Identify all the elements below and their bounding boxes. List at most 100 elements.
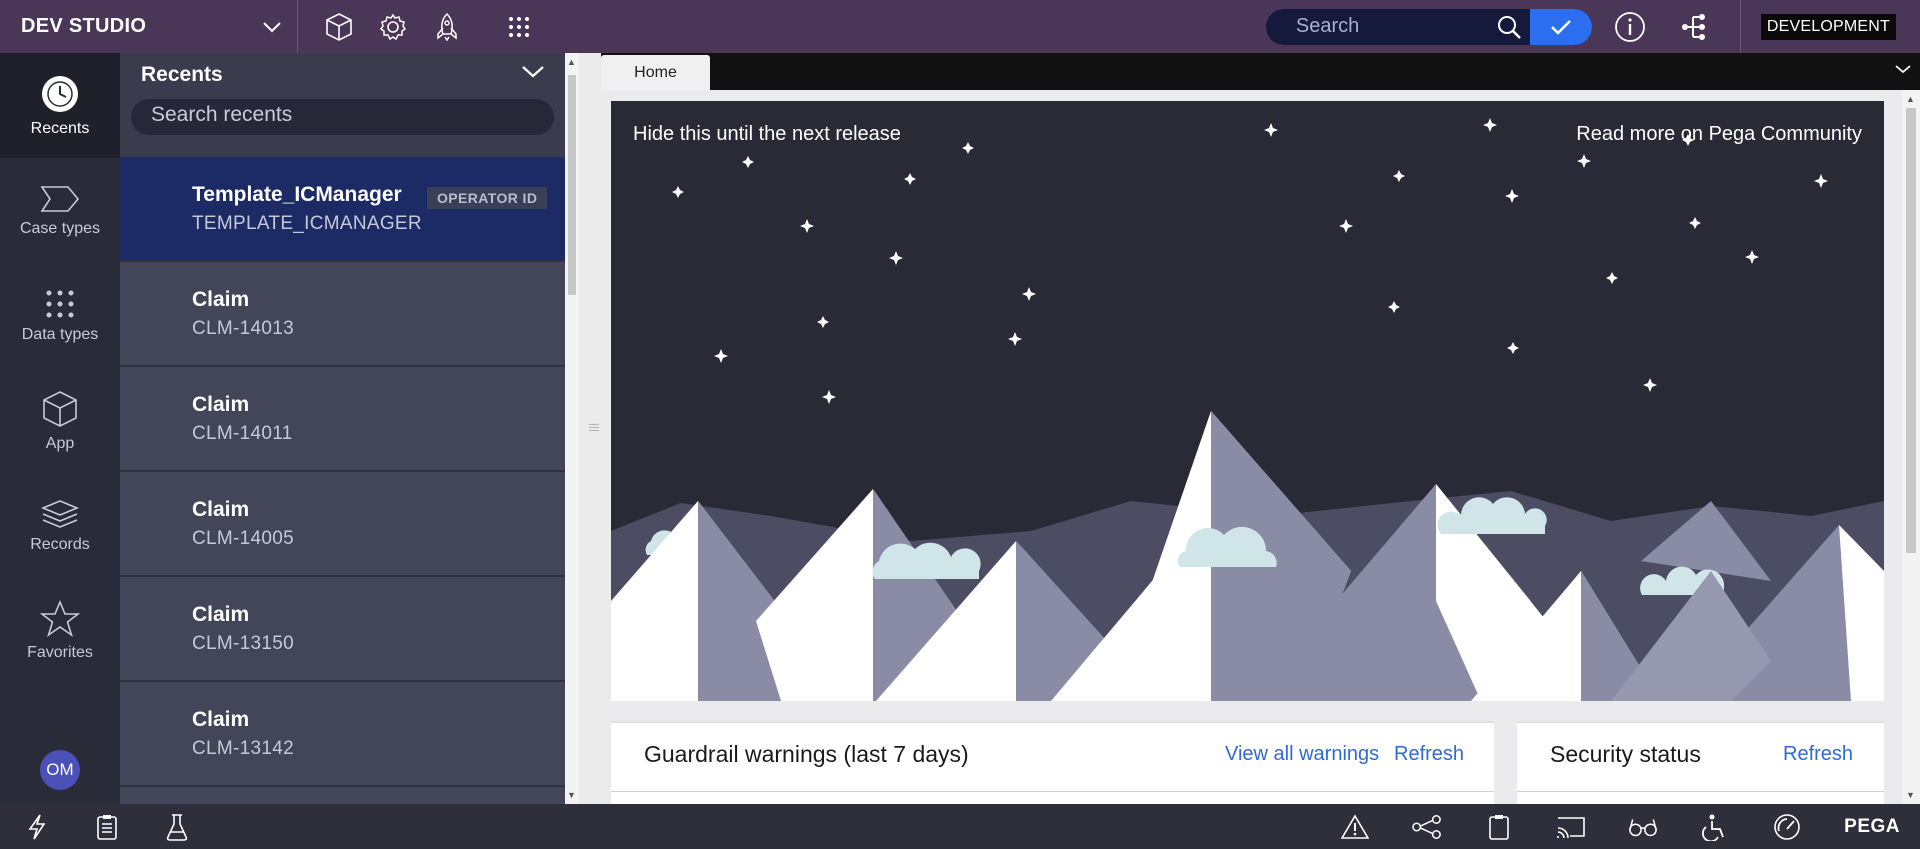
lightning-icon[interactable]	[22, 812, 52, 842]
guardrail-warnings-card: Guardrail warnings (last 7 days) View al…	[611, 721, 1494, 804]
recent-item-title: Claim	[192, 288, 250, 311]
rail-item-app[interactable]: App	[0, 368, 120, 473]
recents-panel: Recents Search recents Template_ICManage…	[120, 53, 565, 804]
scroll-up-icon[interactable]: ▲	[1906, 94, 1915, 104]
card-title: Guardrail warnings (last 7 days)	[644, 741, 969, 767]
recent-item-subtitle: CLM-13142	[192, 738, 294, 759]
divider	[1739, 0, 1741, 53]
branch-icon[interactable]	[1412, 812, 1442, 842]
rail-label: Records	[30, 535, 90, 553]
flask-icon[interactable]	[162, 812, 192, 842]
cube-icon[interactable]	[323, 11, 355, 43]
case-type-icon	[40, 185, 80, 212]
recents-scrollbar[interactable]: ▲ ▼	[565, 53, 579, 804]
cast-icon[interactable]	[1556, 812, 1586, 842]
scroll-down-icon[interactable]: ▼	[567, 790, 576, 800]
scroll-up-icon[interactable]: ▲	[567, 57, 576, 67]
grip-icon: — — —	[589, 419, 599, 436]
scroll-down-icon[interactable]: ▼	[1906, 790, 1915, 800]
glasses-icon[interactable]	[1628, 812, 1658, 842]
recent-item-subtitle: CLM-14011	[192, 423, 293, 444]
rail-item-favorites[interactable]: Favorites	[0, 578, 120, 683]
developer-toolbar: PEGA	[0, 804, 1920, 849]
recent-item-title: Claim	[192, 498, 250, 521]
cube-icon	[43, 390, 77, 427]
recent-item[interactable]: Claim CLM-14011	[120, 367, 565, 472]
recent-item[interactable]: Claim CLM-14005	[120, 472, 565, 577]
recent-item-subtitle: CLM-14005	[192, 528, 294, 549]
release-banner: Hide this until the next release Read mo…	[611, 101, 1884, 701]
layers-icon	[40, 499, 80, 528]
chevron-down-icon[interactable]	[521, 65, 545, 84]
clock-icon	[42, 75, 78, 112]
mountain-illustration	[611, 118, 1884, 701]
stars	[672, 118, 1828, 404]
star-icon	[40, 599, 80, 637]
tab-bar: Home	[601, 53, 1920, 90]
refresh-link[interactable]: Refresh	[1783, 743, 1853, 766]
clipboard-icon[interactable]	[92, 812, 122, 842]
rail-item-case-types[interactable]: Case types	[0, 158, 120, 263]
recent-item[interactable]: Claim CLM-13142	[120, 682, 565, 787]
card-title: Security status	[1550, 741, 1701, 767]
recent-item-title: Claim	[192, 393, 250, 416]
security-status-card: Security status Refresh	[1517, 721, 1884, 804]
rail-label: Case types	[19, 219, 101, 237]
gauge-icon[interactable]	[1772, 812, 1802, 842]
chevron-down-icon	[261, 16, 283, 38]
moon-icon	[1692, 323, 1757, 407]
warning-icon[interactable]	[1340, 812, 1370, 842]
hierarchy-icon[interactable]	[1676, 9, 1712, 45]
refresh-link[interactable]: Refresh	[1394, 743, 1464, 766]
hide-banner-link[interactable]: Hide this until the next release	[633, 123, 901, 146]
chevron-down-icon[interactable]	[1894, 61, 1912, 79]
recent-item-subtitle: CLM-13150	[192, 633, 294, 654]
environment-badge: DEVELOPMENT	[1760, 13, 1896, 40]
recent-item-subtitle: CLM-14013	[192, 318, 294, 339]
scrollbar-thumb[interactable]	[568, 75, 576, 295]
recent-item[interactable]: Claim CLM-13150	[120, 577, 565, 682]
rail-item-data-types[interactable]: Data types	[0, 263, 120, 368]
search-submit-button[interactable]	[1529, 8, 1592, 45]
panel-title: Recents	[141, 63, 223, 86]
recents-header: Recents Search recents	[120, 53, 565, 157]
rail-label: Recents	[30, 119, 90, 137]
main-scrollbar[interactable]: ▲ ▼	[1902, 90, 1920, 804]
top-bar: DEV STUDIO Search DEVELOPMENT	[0, 0, 1920, 53]
global-search: Search	[1265, 8, 1592, 45]
data-type-icon	[46, 290, 74, 317]
recent-item-subtitle: TEMPLATE_ICMANAGER	[192, 213, 422, 234]
search-icon[interactable]	[1494, 12, 1524, 42]
avatar[interactable]: OM	[40, 750, 80, 790]
clipboard-check-icon[interactable]	[1484, 812, 1514, 842]
check-icon	[1550, 19, 1571, 35]
rail-label: Data types	[21, 325, 99, 343]
accessibility-icon[interactable]	[1700, 812, 1730, 842]
recent-item-title: Claim	[192, 603, 250, 626]
pega-logo: PEGA	[1844, 815, 1900, 837]
rocket-icon[interactable]	[431, 11, 463, 43]
recent-item[interactable]: Claim CLM-14013	[120, 262, 565, 367]
community-link[interactable]: Read more on Pega Community	[1576, 123, 1862, 146]
app-grid-icon[interactable]	[503, 11, 535, 43]
recent-item-title: Claim	[192, 708, 250, 731]
recents-search-input[interactable]: Search recents	[131, 99, 554, 135]
view-all-warnings-link[interactable]: View all warnings	[1225, 743, 1379, 766]
search-input[interactable]: Search	[1296, 15, 1494, 38]
type-badge: OPERATOR ID	[427, 187, 548, 209]
rail-item-recents[interactable]: Recents	[0, 53, 120, 158]
tab-home[interactable]: Home	[601, 55, 710, 90]
divider	[1517, 791, 1884, 792]
info-icon[interactable]	[1612, 9, 1648, 45]
gear-icon[interactable]	[377, 11, 409, 43]
rail-item-records[interactable]: Records	[0, 473, 120, 578]
scrollbar-thumb[interactable]	[1906, 108, 1916, 553]
navigation-rail: Recents Case types Data types App Record…	[0, 53, 120, 804]
panel-resize-handle[interactable]: — — —	[579, 53, 601, 804]
rail-label: App	[45, 434, 75, 452]
divider	[611, 791, 1494, 792]
recent-item[interactable]: Template_ICManager TEMPLATE_ICMANAGER OP…	[120, 157, 565, 262]
studio-name: DEV STUDIO	[21, 15, 147, 37]
studio-switcher[interactable]: DEV STUDIO	[0, 0, 298, 53]
rail-label: Favorites	[27, 643, 93, 661]
